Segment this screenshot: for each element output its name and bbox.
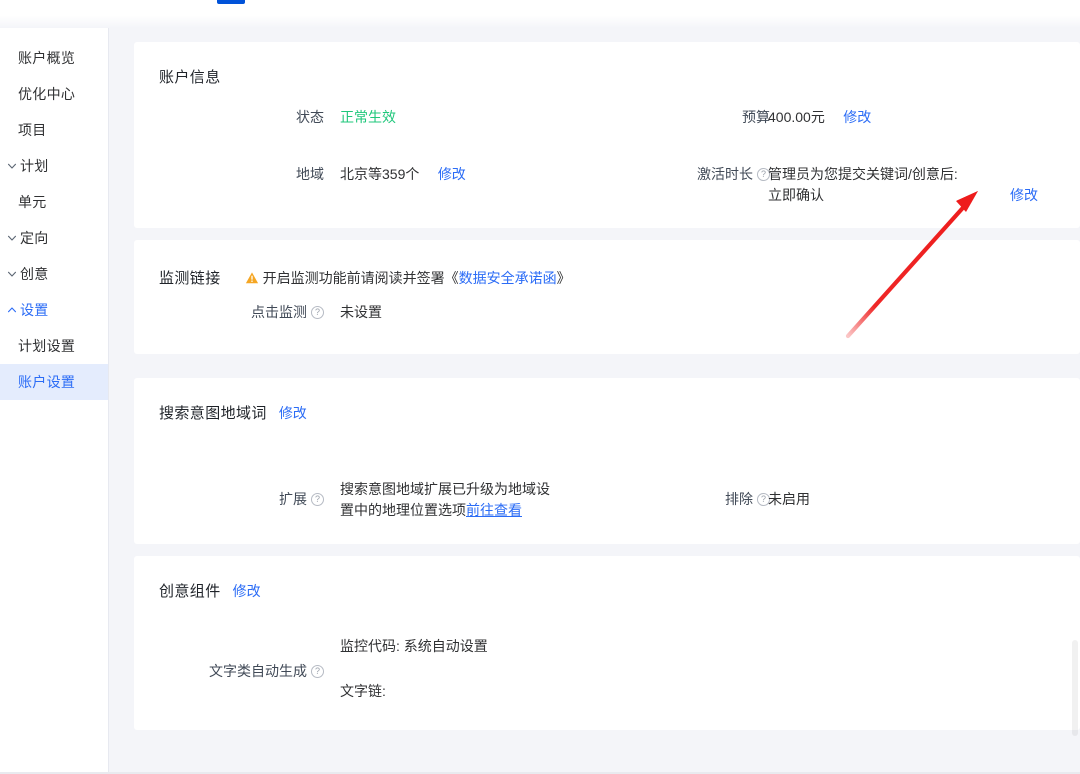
sidebar-item-targeting[interactable]: 定向 [0,220,108,256]
region-value: 北京等359个 修改 [340,164,466,185]
region-edit-link[interactable]: 修改 [438,166,466,182]
status-value: 正常生效 [340,107,396,128]
auto-text-value: 监控代码: 系统自动设置 文字链: [340,636,670,702]
card-search-intent-region: 搜索意图地域词 修改 扩展 ? 搜索意图地域扩展已升级为地域设 置中的地理位置选… [134,378,1080,544]
region-label-wrap: 地域 [254,164,324,184]
exclude-label-wrap: 排除 ? [680,489,770,509]
sidebar-item-account-settings[interactable]: 账户设置 [0,364,108,400]
budget-label-wrap: 预算 [700,107,770,127]
activation-label-group: 激活时长 ? [655,164,770,184]
account-info-header: 账户信息 [134,42,1080,87]
expand-value-line2-wrap: 置中的地理位置选项前往查看 [340,500,580,521]
card-title: 创意组件 [159,583,221,600]
budget-label: 预算 [742,109,770,125]
help-icon[interactable]: ? [311,305,324,319]
exclude-value: 未启用 [768,489,810,510]
card-creative-components: 创意组件 修改 文字类自动生成 ? 监控代码: 系统自动设置 文字链: [134,556,1080,730]
creative-components-edit-link[interactable]: 修改 [233,581,261,601]
top-tab-strip [0,0,1080,28]
sidebar: 账户概览 优化中心 项目 计划 单元 定向 创意 设置 计划设置 账户设置 [0,28,109,774]
expand-value: 搜索意图地域扩展已升级为地域设 置中的地理位置选项前往查看 [340,479,580,521]
sidebar-item-label: 账户设置 [18,374,76,390]
budget-value: 400.00元 修改 [768,107,871,128]
creative-components-header: 创意组件 修改 [134,556,1080,601]
help-icon[interactable]: ? [311,664,324,678]
sidebar-item-optimization-center[interactable]: 优化中心 [0,76,108,112]
sidebar-item-plan-settings[interactable]: 计划设置 [0,328,108,364]
data-security-letter-link[interactable]: 数据安全承诺函 [459,268,557,288]
exclude-label-group: 排除 ? [680,489,770,509]
monitor-notice: 开启监测功能前请阅读并签署《 数据安全承诺函 》 [245,268,571,288]
page-root: 账户概览 优化中心 项目 计划 单元 定向 创意 设置 计划设置 账户设置 账户… [0,0,1080,774]
sidebar-item-label: 定向 [20,230,49,246]
auto-text-label-wrap: 文字类自动生成 ? [164,661,324,681]
chevron-up-icon [4,302,20,318]
sidebar-item-label: 单元 [18,194,47,210]
warning-triangle-icon [245,271,259,285]
budget-edit-link[interactable]: 修改 [843,109,871,125]
auto-text-label: 文字类自动生成 [209,663,307,679]
sidebar-item-label: 账户概览 [18,50,76,66]
monitor-notice-text-end: 》 [556,269,571,286]
monitor-link-header: 监测链接 开启监测功能前请阅读并签署《 数据安全承诺函 》 [159,267,571,288]
sidebar-item-project[interactable]: 项目 [0,112,108,148]
status-badge: 正常生效 [340,109,396,125]
sidebar-item-plan[interactable]: 计划 [0,148,108,184]
go-view-link[interactable]: 前往查看 [466,502,522,518]
help-icon[interactable]: ? [311,492,324,506]
chevron-down-icon [4,158,20,174]
sidebar-item-unit[interactable]: 单元 [0,184,108,220]
click-monitor-label-group: 点击监测 ? [203,302,324,322]
activation-edit-link[interactable]: 修改 [1010,187,1038,203]
monitor-notice-text: 开启监测功能前请阅读并签署《 [262,269,459,286]
click-monitor-value: 未设置 [340,302,382,323]
expand-value-line2: 置中的地理位置选项 [340,502,466,518]
exclude-value-text: 未启用 [768,491,810,507]
auto-text-label-group: 文字类自动生成 ? [164,661,324,681]
text-link-line: 文字链: [340,683,386,699]
expand-label-wrap: 扩展 ? [229,489,324,509]
sidebar-item-account-overview[interactable]: 账户概览 [0,40,108,76]
search-intent-edit-link[interactable]: 修改 [279,403,307,423]
vertical-scrollbar[interactable] [1072,640,1078,736]
click-monitor-label: 点击监测 [251,304,307,320]
region-value-text: 北京等359个 [340,166,420,182]
card-account-info: 账户信息 状态 正常生效 地域 北京等359个 修改 预算 400.00元 修改… [134,42,1080,228]
activation-edit-wrap: 修改 [1010,185,1038,205]
sidebar-item-settings[interactable]: 设置 [0,292,108,328]
chevron-down-icon [4,266,20,282]
expand-label: 扩展 [279,491,307,507]
card-title: 账户信息 [159,69,221,86]
click-monitor-value-text: 未设置 [340,304,382,320]
activation-value: 管理员为您提交关键词/创意后: 立即确认 [768,164,1018,206]
activation-value-line1: 管理员为您提交关键词/创意后: [768,166,958,182]
sidebar-item-label: 计划设置 [18,338,76,354]
chevron-down-icon [4,230,20,246]
budget-value-text: 400.00元 [768,109,825,125]
main-content: 账户信息 状态 正常生效 地域 北京等359个 修改 预算 400.00元 修改… [109,28,1080,774]
search-intent-header: 搜索意图地域词 修改 [134,378,1080,423]
card-title: 搜索意图地域词 [159,405,267,422]
card-title: 监测链接 [159,270,221,287]
sidebar-item-label: 项目 [18,122,47,138]
card-monitor-link: 监测链接 开启监测功能前请阅读并签署《 数据安全承诺函 》 点击监测 ? 未设置 [134,240,1080,354]
click-monitor-label-wrap: 点击监测 ? [203,302,324,322]
sidebar-item-label: 创意 [20,266,49,282]
status-label-wrap: 状态 [254,107,324,127]
sidebar-item-label: 设置 [20,302,49,318]
sidebar-item-creative[interactable]: 创意 [0,256,108,292]
activation-label: 激活时长 [697,166,753,182]
sidebar-item-label: 优化中心 [18,86,76,102]
expand-label-group: 扩展 ? [229,489,324,509]
monitor-code-line: 监控代码: 系统自动设置 [340,638,488,654]
status-label: 状态 [296,109,324,125]
expand-value-line1: 搜索意图地域扩展已升级为地域设 [340,481,550,497]
activation-value-line2: 立即确认 [768,187,824,203]
sidebar-item-label: 计划 [20,158,49,174]
activation-label-wrap: 激活时长 ? [655,164,770,184]
active-tab-indicator[interactable] [217,0,245,4]
exclude-label: 排除 [725,491,753,507]
region-label: 地域 [296,166,324,182]
